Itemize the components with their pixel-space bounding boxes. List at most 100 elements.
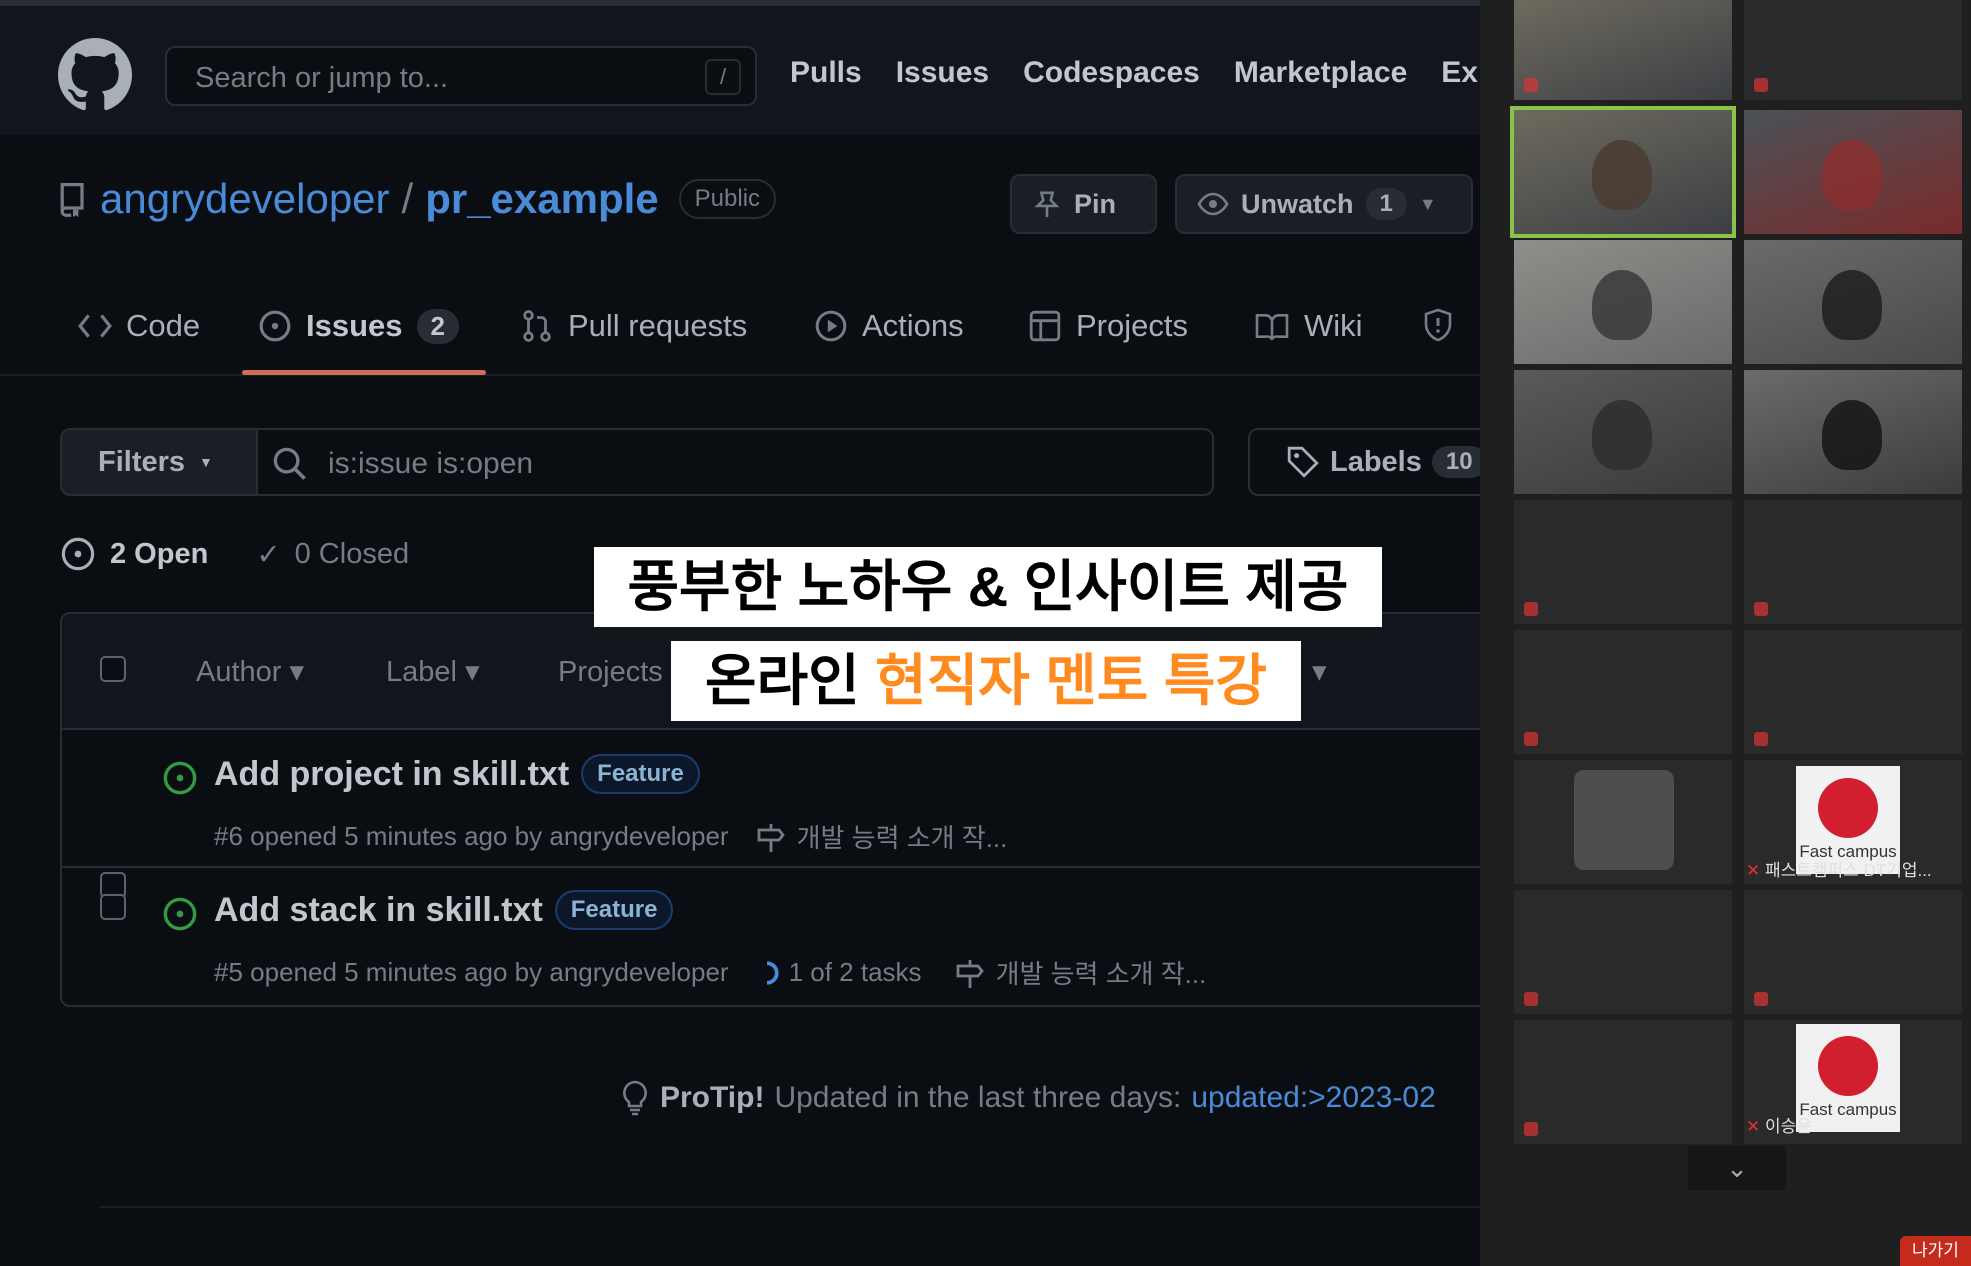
participant-tile[interactable] <box>1514 760 1732 884</box>
participant-video <box>1592 400 1652 470</box>
open-issues-link[interactable]: 2 Open <box>110 538 208 571</box>
label-filter[interactable]: Label ▾ <box>386 654 480 689</box>
mic-muted-icon <box>1754 992 1768 1006</box>
task-progress-icon <box>766 960 779 985</box>
tab-code-label: Code <box>126 308 201 343</box>
tab-pulls-label: Pull requests <box>568 308 748 343</box>
milestone-link[interactable]: 개발 능력 소개 작... <box>996 954 1207 991</box>
feature-label[interactable]: Feature <box>581 754 700 794</box>
chevron-down-icon[interactable]: ▼ <box>1419 194 1437 215</box>
issue-row[interactable]: Add stack in skill.txt Feature #5 opened… <box>62 866 1480 1002</box>
author-filter[interactable]: Author ▾ <box>196 654 304 689</box>
github-window: Search or jump to... / Pulls Issues Code… <box>0 0 1480 1266</box>
participant-tile[interactable] <box>1514 240 1732 364</box>
nav-codespaces[interactable]: Codespaces <box>1023 56 1200 90</box>
mic-muted-icon <box>1524 992 1538 1006</box>
issue-title[interactable]: Add stack in skill.txt Feature <box>214 890 674 930</box>
task-progress-text[interactable]: 1 of 2 tasks <box>789 957 922 988</box>
repo-name-link[interactable]: pr_example <box>425 175 658 223</box>
participant-video <box>1822 270 1882 340</box>
participant-tile[interactable] <box>1514 0 1732 100</box>
code-icon <box>78 314 112 338</box>
gallery-scroll-down-button[interactable]: ⌄ <box>1688 1146 1786 1190</box>
closed-issues-link[interactable]: 0 Closed <box>295 538 409 571</box>
more-filters-caret[interactable]: ▾ <box>1312 654 1327 689</box>
milestone-link[interactable]: 개발 능력 소개 작... <box>797 818 1008 855</box>
nav-marketplace[interactable]: Marketplace <box>1234 56 1407 90</box>
issue-meta-text: #6 opened 5 minutes ago by angrydevelope… <box>214 821 729 851</box>
global-header: Search or jump to... / Pulls Issues Code… <box>0 0 1480 135</box>
participant-tile[interactable] <box>1514 500 1732 624</box>
lightbulb-icon <box>623 1080 647 1116</box>
participant-tile[interactable] <box>1514 1020 1732 1144</box>
tab-security[interactable] <box>1422 308 1454 342</box>
check-icon: ✓ <box>256 538 281 571</box>
issue-row[interactable]: Add project in skill.txt Feature #6 open… <box>62 730 1480 898</box>
participant-tile[interactable] <box>1514 370 1732 494</box>
tab-code[interactable]: Code <box>78 308 200 344</box>
pin-button[interactable]: Pin <box>1010 174 1157 234</box>
nav-issues[interactable]: Issues <box>896 56 989 90</box>
participant-tile[interactable] <box>1744 630 1962 754</box>
filters-dropdown[interactable]: Filters ▼ <box>60 428 258 496</box>
github-logo-icon[interactable] <box>58 38 132 112</box>
issue-opened-icon <box>163 897 197 931</box>
nav-pulls[interactable]: Pulls <box>790 56 862 90</box>
labels-count: 10 <box>1431 446 1480 478</box>
projects-filter-label: Projects <box>558 656 663 688</box>
watch-count: 1 <box>1365 188 1407 220</box>
participant-tile[interactable] <box>1744 110 1962 234</box>
tab-pull-requests[interactable]: Pull requests <box>520 308 747 344</box>
participant-tile[interactable] <box>1514 890 1732 1014</box>
mic-muted-icon <box>1754 602 1768 616</box>
tab-actions-label: Actions <box>862 308 964 343</box>
issue-opened-icon <box>61 537 95 571</box>
leave-meeting-button[interactable]: 나가기 <box>1900 1236 1971 1266</box>
nav-explore[interactable]: Ex <box>1441 56 1478 90</box>
tab-issues[interactable]: Issues 2 <box>258 308 459 344</box>
tab-projects[interactable]: Projects <box>1028 308 1188 344</box>
caption-line-2: 온라인 현직자 멘토 특강 <box>671 641 1301 721</box>
search-input[interactable]: Search or jump to... / <box>165 46 757 106</box>
participant-tile[interactable] <box>1744 370 1962 494</box>
participant-video <box>1822 400 1882 470</box>
protip-text: Updated in the last three days: <box>774 1081 1182 1114</box>
issue-opened-icon <box>163 761 197 795</box>
milestone-icon <box>956 959 984 988</box>
participant-name: ✕ 패스트캠퍼스 DT기업... <box>1746 856 1932 881</box>
fastcampus-logo-text: Fast campus <box>1799 1100 1897 1119</box>
shield-icon <box>1424 308 1452 342</box>
protip-query-link[interactable]: updated:>2023-02 <box>1191 1081 1435 1115</box>
labels-button[interactable]: Labels 10 <box>1248 428 1480 496</box>
participant-tile[interactable] <box>1744 240 1962 364</box>
repo-title: angrydeveloper / pr_example Public <box>58 175 777 223</box>
unwatch-button[interactable]: Unwatch 1 ▼ <box>1175 174 1473 234</box>
feature-label[interactable]: Feature <box>554 890 674 930</box>
tab-projects-label: Projects <box>1076 308 1188 343</box>
issue-title-text[interactable]: Add stack in skill.txt <box>214 891 543 930</box>
tab-actions[interactable]: Actions <box>814 308 964 344</box>
mic-muted-icon <box>1754 78 1768 92</box>
mic-muted-icon <box>1524 78 1538 92</box>
participant-tile[interactable] <box>1744 890 1962 1014</box>
pin-label: Pin <box>1074 188 1117 219</box>
participant-video <box>1822 140 1882 210</box>
tab-wiki[interactable]: Wiki <box>1254 308 1363 344</box>
issue-title-text[interactable]: Add project in skill.txt <box>214 755 569 794</box>
issue-search-input[interactable]: is:issue is:open <box>256 428 1214 496</box>
repo-owner-link[interactable]: angrydeveloper <box>100 175 390 223</box>
mic-muted-icon <box>1524 602 1538 616</box>
mic-muted-icon <box>1524 732 1538 746</box>
issue-meta: #6 opened 5 minutes ago by angrydevelope… <box>214 818 1007 855</box>
select-all-checkbox[interactable] <box>100 656 126 682</box>
participant-tile[interactable] <box>1510 106 1736 238</box>
author-filter-label: Author <box>196 656 282 688</box>
participant-tile[interactable] <box>1744 0 1962 100</box>
projects-filter[interactable]: Projects ▾ <box>558 654 685 689</box>
issue-checkbox[interactable] <box>100 894 126 920</box>
visibility-badge: Public <box>678 179 777 219</box>
participant-tile[interactable] <box>1514 630 1732 754</box>
issues-count-badge: 2 <box>416 308 459 344</box>
issue-title[interactable]: Add project in skill.txt Feature <box>214 754 700 794</box>
participant-tile[interactable] <box>1744 500 1962 624</box>
